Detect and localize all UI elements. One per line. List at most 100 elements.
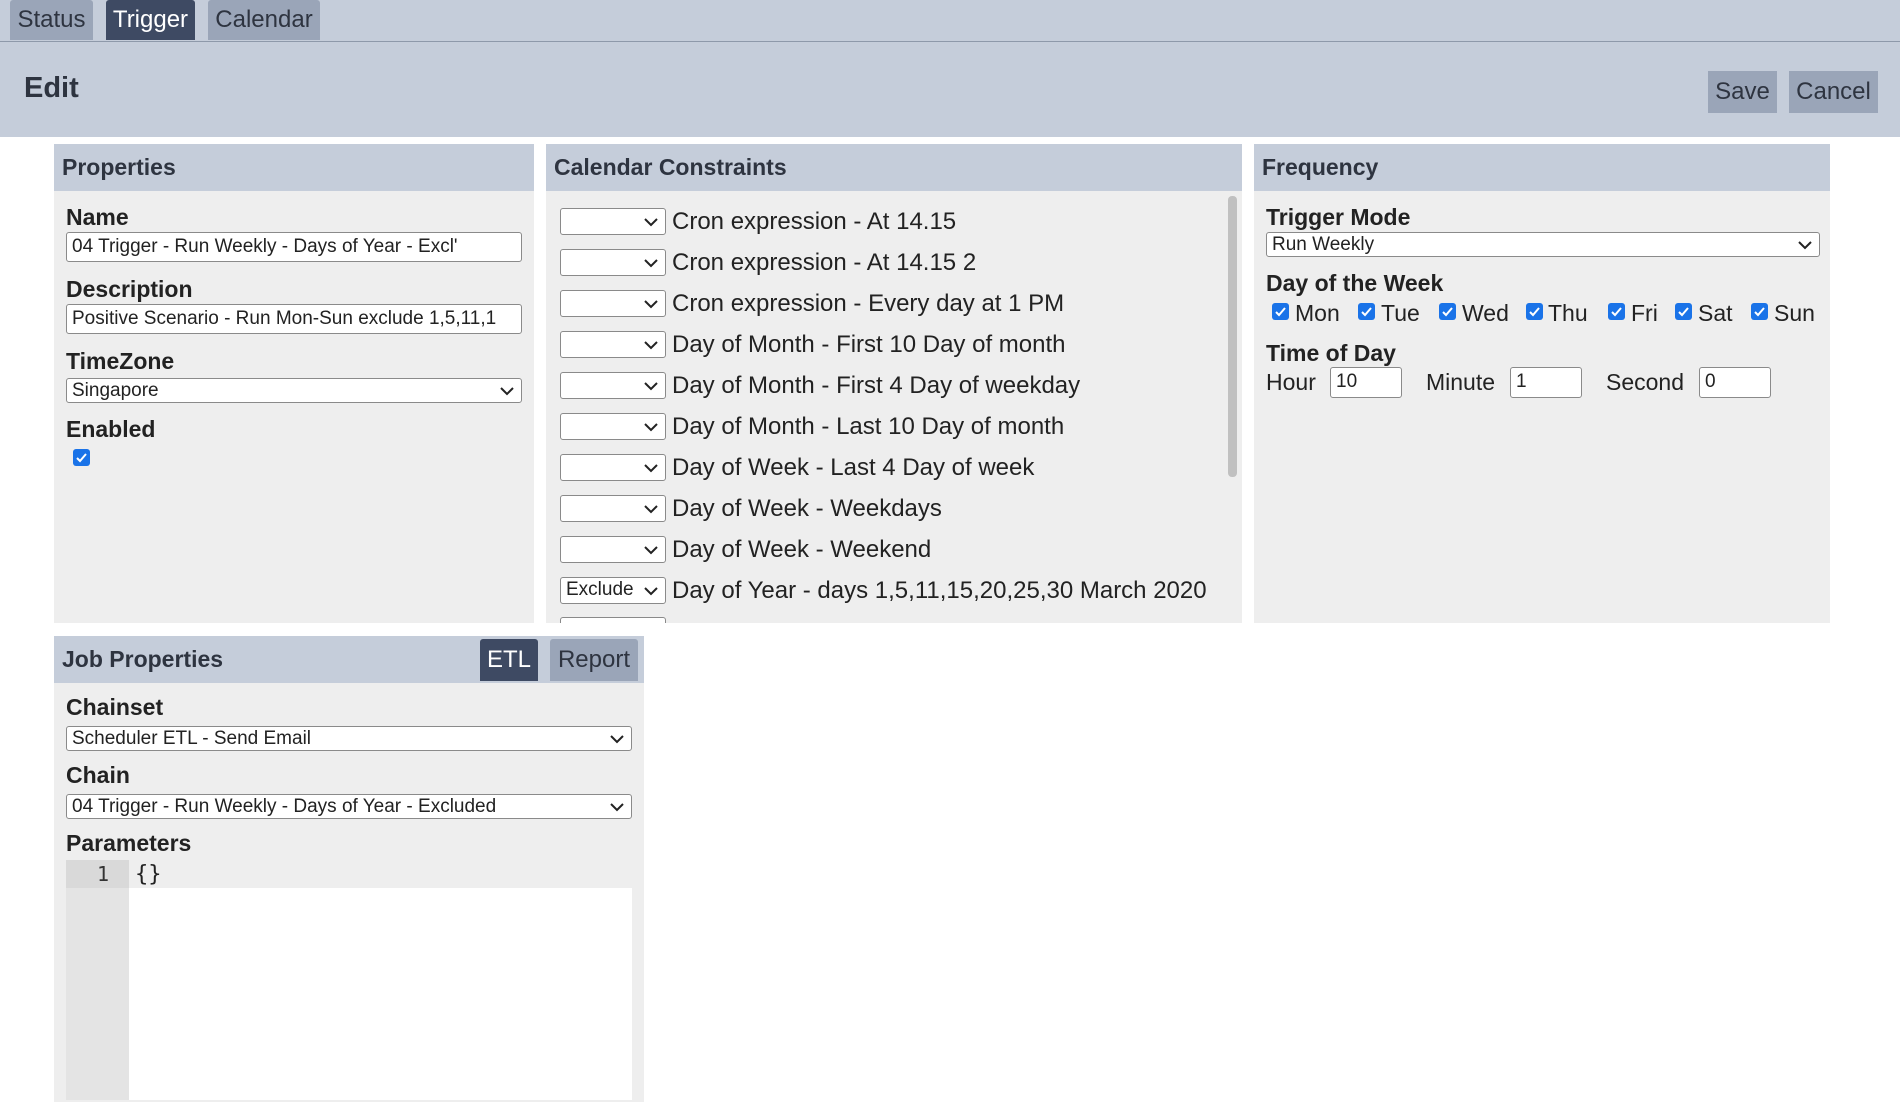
wed-checkbox[interactable] [1439, 303, 1456, 320]
checkmark-icon [1678, 307, 1689, 317]
job-properties-header: Job Properties ETL Report [54, 636, 644, 683]
constraint-select[interactable] [560, 536, 666, 563]
active-line-highlight [129, 860, 632, 888]
enabled-checkbox[interactable] [73, 449, 90, 466]
chevron-down-icon [1797, 233, 1813, 256]
chevron-down-icon [609, 795, 625, 818]
minute-label: Minute [1426, 369, 1496, 395]
editor-content: {} [135, 862, 162, 887]
timezone-value: Singapore [72, 380, 159, 401]
second-label: Second [1606, 369, 1685, 395]
chevron-down-icon [499, 379, 515, 402]
wed-label: Wed [1462, 300, 1509, 326]
frequency-header: Frequency [1254, 144, 1830, 191]
thu-checkbox[interactable] [1526, 303, 1543, 320]
description-input[interactable]: Positive Scenario - Run Mon-Sun exclude … [66, 304, 522, 334]
constraint-select[interactable] [560, 454, 666, 481]
constraint-select[interactable] [560, 372, 666, 399]
constraint-label: Day of Week - Last 4 Day of week [672, 454, 1035, 481]
cancel-button[interactable]: Cancel [1789, 71, 1878, 113]
tab-trigger[interactable]: Trigger [106, 0, 195, 40]
chain-label: Chain [66, 762, 130, 788]
day-of-week-label: Day of the Week [1266, 270, 1444, 296]
editor-gutter: 1 [66, 860, 129, 1100]
hour-label: Hour [1266, 369, 1316, 395]
frequency-title: Frequency [1262, 154, 1379, 180]
constraint-select[interactable] [560, 617, 666, 623]
chevron-down-icon [643, 332, 659, 357]
timezone-select[interactable]: Singapore [66, 378, 522, 403]
save-button[interactable]: Save [1708, 71, 1777, 113]
properties-title: Properties [62, 154, 176, 180]
timezone-label: TimeZone [66, 348, 175, 374]
fri-label: Fri [1631, 300, 1658, 326]
name-label: Name [66, 204, 129, 230]
calendar-scrollbar-thumb[interactable] [1228, 196, 1237, 477]
checkmark-icon [76, 453, 87, 463]
checkmark-icon [1442, 307, 1453, 317]
constraint-select[interactable] [560, 495, 666, 522]
chevron-down-icon [643, 414, 659, 439]
chevron-down-icon [609, 727, 625, 750]
constraint-label: Day of Month - First 4 Day of weekday [672, 372, 1081, 399]
tue-label: Tue [1381, 300, 1420, 326]
chainset-select[interactable]: Scheduler ETL - Send Email [66, 726, 632, 751]
constraint-select[interactable] [560, 249, 666, 276]
constraint-label: Cron expression - At 14.15 [672, 208, 957, 235]
constraint-select[interactable] [560, 413, 666, 440]
minute-input[interactable]: 1 [1510, 367, 1582, 398]
tab-etl[interactable]: ETL [480, 639, 538, 681]
chain-select[interactable]: 04 Trigger - Run Weekly - Days of Year -… [66, 794, 632, 819]
sun-checkbox[interactable] [1751, 303, 1768, 320]
sat-label: Sat [1698, 300, 1733, 326]
constraint-select-value: Exclude [566, 579, 634, 600]
chevron-down-icon [643, 291, 659, 316]
calendar-scrollbar[interactable] [1226, 194, 1238, 623]
enabled-label: Enabled [66, 416, 156, 442]
chainset-label: Chainset [66, 694, 164, 720]
second-input[interactable]: 0 [1699, 367, 1771, 398]
trigger-mode-select[interactable]: Run Weekly [1266, 232, 1820, 257]
constraint-select[interactable] [560, 290, 666, 317]
mon-checkbox[interactable] [1272, 303, 1289, 320]
top-tab-bar: Status Trigger Calendar [0, 0, 1900, 42]
constraint-label: Day of Week - Weekend [672, 536, 932, 563]
name-input[interactable]: 04 Trigger - Run Weekly - Days of Year -… [66, 232, 522, 262]
fri-checkbox[interactable] [1608, 303, 1625, 320]
chevron-down-icon [643, 209, 659, 234]
line-number: 1 [96, 862, 109, 886]
tab-report[interactable]: Report [550, 639, 638, 681]
constraint-label: Day of Week - Weekdays [672, 495, 942, 522]
constraint-label: Cron expression - At 14.15 2 [672, 249, 977, 276]
properties-header: Properties [54, 144, 534, 191]
chevron-down-icon [643, 578, 659, 603]
hour-input[interactable]: 10 [1330, 367, 1402, 398]
constraint-select[interactable] [560, 331, 666, 358]
trigger-mode-value: Run Weekly [1272, 234, 1375, 255]
description-label: Description [66, 276, 193, 302]
job-properties-title: Job Properties [62, 646, 224, 672]
chevron-down-icon [643, 250, 659, 275]
constraint-label: Day of Month - First 10 Day of month [672, 331, 1066, 358]
chevron-down-icon [643, 496, 659, 521]
calendar-constraints-title: Calendar Constraints [554, 154, 787, 180]
chain-value: 04 Trigger - Run Weekly - Days of Year -… [72, 796, 497, 817]
tue-checkbox[interactable] [1358, 303, 1375, 320]
sat-checkbox[interactable] [1675, 303, 1692, 320]
edit-header: Edit Save Cancel [0, 42, 1900, 137]
chainset-value: Scheduler ETL - Send Email [72, 728, 312, 749]
tab-status[interactable]: Status [10, 0, 93, 40]
editor-body[interactable]: {} [129, 860, 632, 1100]
frequency-panel: Frequency Trigger Mode Run Weekly Day of… [1254, 144, 1830, 623]
sun-label: Sun [1774, 300, 1815, 326]
chevron-down-icon [643, 537, 659, 562]
tab-calendar[interactable]: Calendar [208, 0, 320, 40]
thu-label: Thu [1548, 300, 1588, 326]
checkmark-icon [1275, 307, 1286, 317]
constraint-select[interactable]: Exclude [560, 577, 666, 604]
chevron-down-icon [643, 455, 659, 480]
job-properties-panel: Job Properties ETL Report Chainset Sched… [54, 636, 644, 1102]
calendar-constraints-header: Calendar Constraints [546, 144, 1242, 191]
parameters-label: Parameters [66, 830, 192, 856]
constraint-select[interactable] [560, 208, 666, 235]
